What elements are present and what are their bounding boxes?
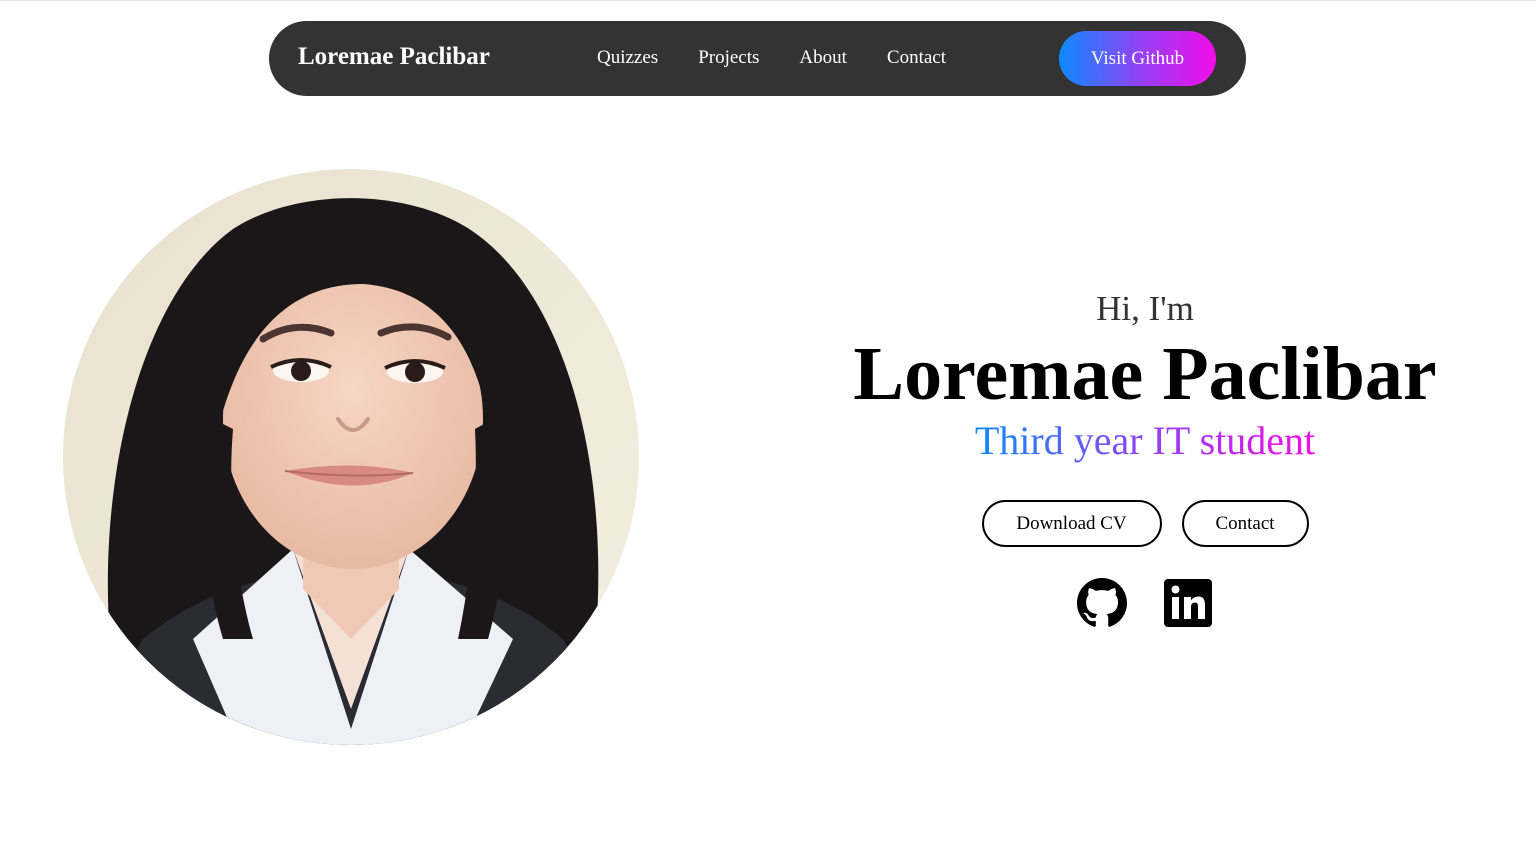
nav-link-quizzes[interactable]: Quizzes [597, 47, 658, 69]
nav-link-projects[interactable]: Projects [698, 47, 759, 69]
nav-link-contact[interactable]: Contact [887, 47, 946, 69]
top-divider [0, 0, 1536, 1]
hero-subtitle: Third year IT student [975, 415, 1315, 467]
social-links [780, 578, 1510, 628]
profile-photo [63, 169, 639, 745]
contact-button[interactable]: Contact [1181, 500, 1309, 547]
github-icon[interactable] [1077, 578, 1127, 628]
hero-name: Loremae Paclibar [853, 332, 1437, 416]
download-cv-button[interactable]: Download CV [981, 500, 1162, 547]
navbar: Loremae Paclibar Quizzes Projects About … [269, 21, 1246, 96]
visit-github-button[interactable]: Visit Github [1059, 31, 1216, 86]
hero-section: Hi, I'm Loremae Paclibar Third year IT s… [780, 285, 1510, 628]
hero-greeting: Hi, I'm [1096, 289, 1194, 328]
brand-logo[interactable]: Loremae Paclibar [298, 43, 490, 71]
linkedin-icon[interactable] [1163, 578, 1213, 628]
nav-link-about[interactable]: About [799, 47, 847, 69]
nav-links: Quizzes Projects About Contact [597, 47, 986, 69]
hero-buttons: Download CV Contact [780, 500, 1510, 547]
